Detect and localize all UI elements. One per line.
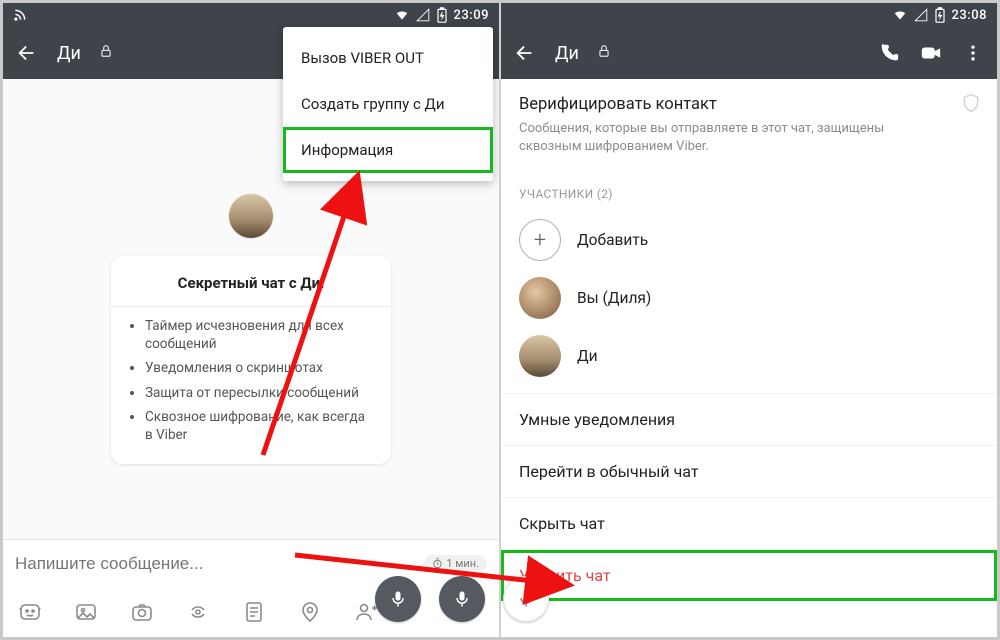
lock-icon xyxy=(597,44,611,62)
signal-icon xyxy=(914,8,928,22)
secret-feature-list: Таймер исчезновения для всех сообщений У… xyxy=(111,306,391,464)
verify-title: Верифицировать контакт xyxy=(519,95,979,114)
add-participant-row[interactable]: + Добавить xyxy=(501,211,997,269)
add-label: Добавить xyxy=(577,231,648,249)
status-bar: 23:09 xyxy=(3,3,499,27)
verify-contact-row[interactable]: Верифицировать контакт Сообщения, которы… xyxy=(501,79,997,181)
status-bar: 23:08 xyxy=(501,3,997,27)
secret-chat-card: Секретный чат с Ди: Таймер исчезновения … xyxy=(111,256,391,464)
gif-icon[interactable] xyxy=(185,599,211,625)
participant-name: Вы (Диля) xyxy=(577,289,651,307)
verify-subtitle: Сообщения, которые вы отправляете в этот… xyxy=(519,120,979,155)
timer-chip[interactable]: 1 мин. xyxy=(424,555,487,572)
mic-button-dark[interactable] xyxy=(375,576,421,622)
camera-icon[interactable] xyxy=(129,599,155,625)
wifi-icon xyxy=(892,8,908,22)
secret-card-title: Секретный чат с Ди: xyxy=(111,256,391,306)
app-bar: Ди xyxy=(501,27,997,79)
chat-info-panel[interactable]: Верифицировать контакт Сообщения, которы… xyxy=(501,79,997,637)
overflow-menu: Вызов VIBER OUT Создать группу с Ди Инфо… xyxy=(283,27,493,181)
list-item: Таймер исчезновения для всех сообщений xyxy=(145,317,373,353)
menu-viber-out[interactable]: Вызов VIBER OUT xyxy=(283,35,493,81)
lock-icon xyxy=(99,44,113,62)
mic-button-dark[interactable] xyxy=(439,576,485,622)
gallery-icon[interactable] xyxy=(73,599,99,625)
location-icon[interactable] xyxy=(297,599,323,625)
chat-title[interactable]: Ди xyxy=(555,43,579,64)
list-item: Уведомления о скриншотах xyxy=(145,359,373,377)
contact-avatar[interactable] xyxy=(229,194,273,238)
battery-icon xyxy=(934,7,946,23)
more-icon[interactable] xyxy=(961,41,985,65)
avatar xyxy=(519,335,561,377)
rss-icon xyxy=(13,8,27,22)
menu-info[interactable]: Информация xyxy=(283,127,493,173)
chat-title[interactable]: Ди xyxy=(57,43,81,64)
mic-buttons xyxy=(375,576,549,622)
video-icon[interactable] xyxy=(919,41,943,65)
phone-icon[interactable] xyxy=(877,41,901,65)
signal-icon xyxy=(416,8,430,22)
back-icon[interactable] xyxy=(15,41,39,65)
participants-label: УЧАСТНИКИ (2) xyxy=(501,181,997,211)
participant-row[interactable]: Вы (Диля) xyxy=(501,269,997,327)
battery-icon xyxy=(436,7,448,23)
list-item: Сквозное шифрование, как всегда в Viber xyxy=(145,408,373,444)
screen-right: 23:08 Ди Верифицировать конт xyxy=(501,3,997,637)
screen-left: 23:09 Ди Секретный чат с Ди: Таймер исче… xyxy=(3,3,501,637)
participant-name: Ди xyxy=(577,347,598,365)
clock-text: 23:08 xyxy=(952,8,987,23)
wifi-icon xyxy=(394,8,410,22)
sticker-icon[interactable] xyxy=(17,599,43,625)
message-input[interactable] xyxy=(15,554,414,574)
clock-text: 23:09 xyxy=(454,8,489,23)
menu-create-group[interactable]: Создать группу с Ди xyxy=(283,81,493,127)
list-item: Защита от пересылки сообщений xyxy=(145,384,373,402)
shield-icon xyxy=(961,93,981,117)
hide-chat-row[interactable]: Скрыть чат xyxy=(501,497,997,549)
plus-icon: + xyxy=(519,219,561,261)
avatar xyxy=(519,277,561,319)
mic-button-light[interactable] xyxy=(503,576,549,622)
switch-regular-chat-row[interactable]: Перейти в обычный чат xyxy=(501,445,997,497)
delete-chat-row[interactable]: Удалить чат xyxy=(501,549,997,601)
smart-notifications-row[interactable]: Умные уведомления xyxy=(501,393,997,445)
file-icon[interactable] xyxy=(241,599,267,625)
back-icon[interactable] xyxy=(513,41,537,65)
participant-row[interactable]: Ди xyxy=(501,327,997,385)
